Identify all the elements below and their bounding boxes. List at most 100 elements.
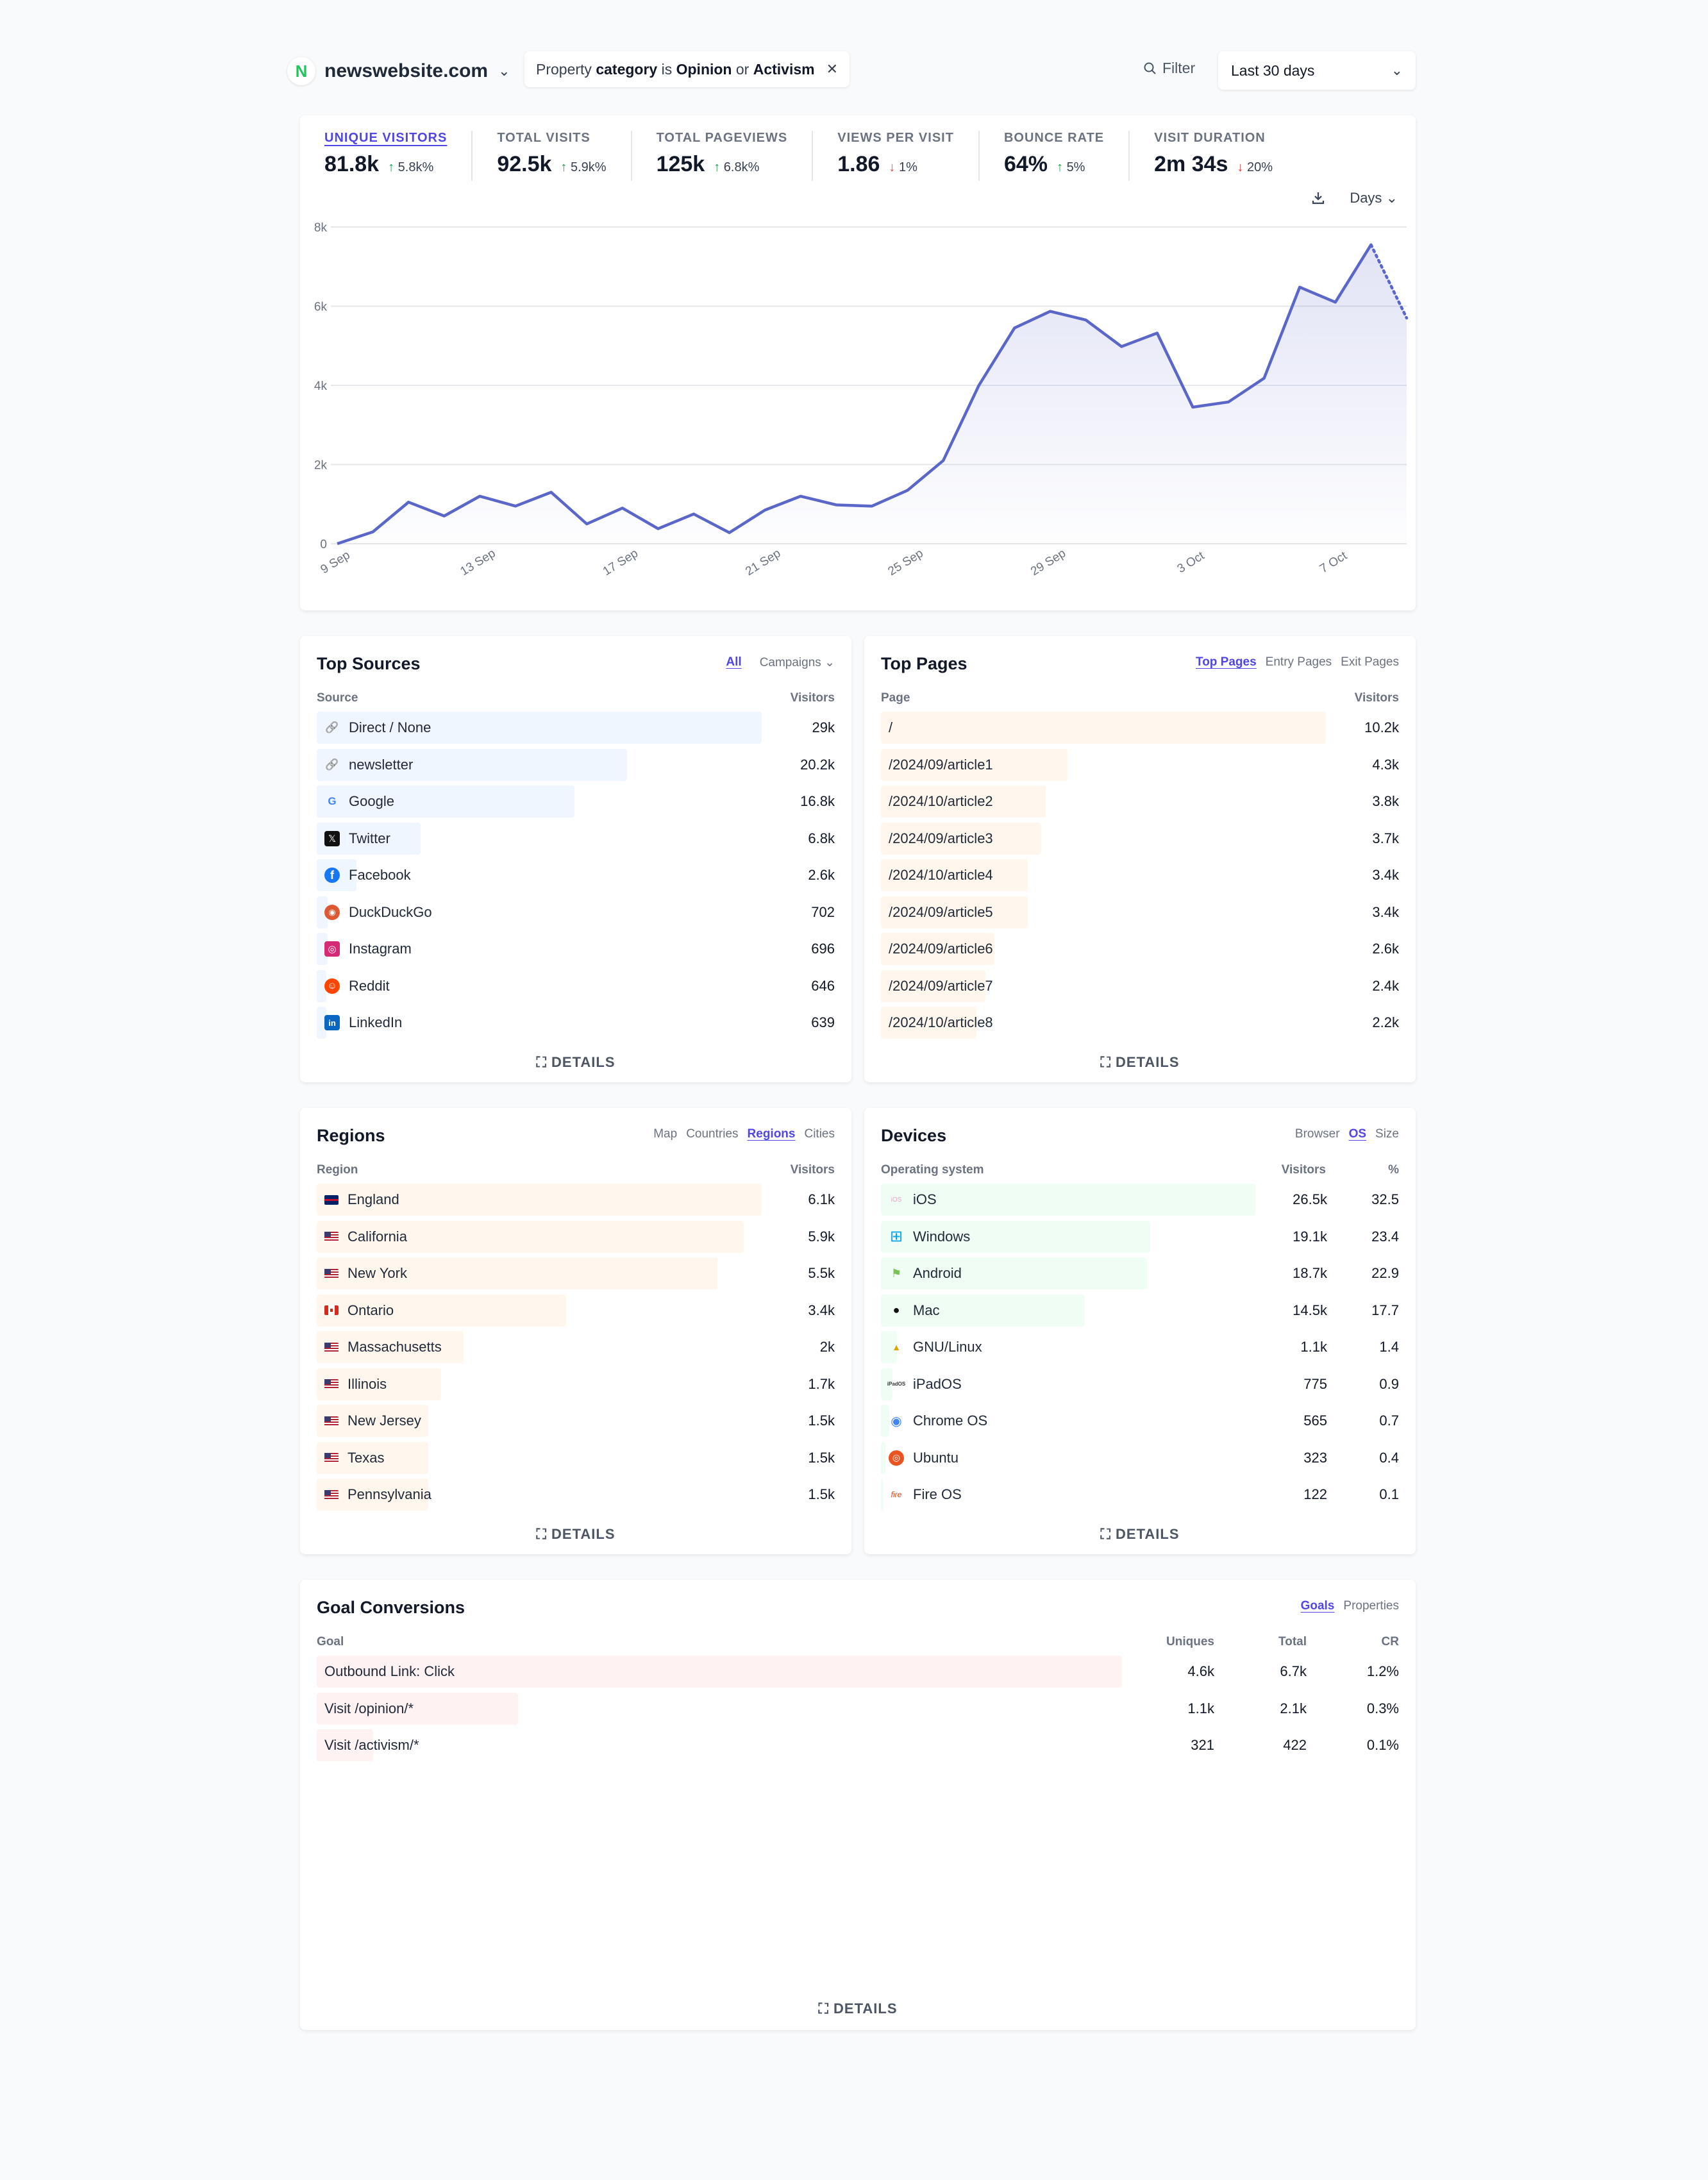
data-point[interactable] — [407, 501, 410, 503]
list-item[interactable]: iPadOS iPadOS 775 0.9 — [881, 1368, 1399, 1405]
stat-visit-duration[interactable]: VISIT DURATION 2m 34s ↓ 20% — [1154, 131, 1297, 181]
list-item[interactable]: 𝕏 Twitter 6.8k — [317, 822, 835, 860]
list-item[interactable]: Outbound Link: Click 4.6k 6.7k 1.2% — [317, 1656, 1399, 1693]
list-item[interactable]: New Jersey 1.5k — [317, 1405, 835, 1442]
data-point[interactable] — [443, 515, 446, 517]
close-icon[interactable]: ✕ — [826, 61, 838, 78]
list-item[interactable]: Visit /opinion/* 1.1k 2.1k 0.3% — [317, 1692, 1399, 1730]
tab-size[interactable]: Size — [1375, 1127, 1399, 1141]
list-item[interactable]: /2024/09/article3 3.7k — [881, 822, 1399, 860]
site-switcher[interactable]: N newswebsite.com ⌄ — [287, 55, 510, 87]
tab-all[interactable]: All — [726, 655, 741, 670]
list-item[interactable]: ◉ DuckDuckGo 702 — [317, 896, 835, 934]
list-item[interactable]: ◉ Chrome OS 565 0.7 — [881, 1405, 1399, 1442]
list-item[interactable]: Massachusetts 2k — [317, 1331, 835, 1368]
data-point[interactable] — [1156, 331, 1159, 334]
list-item[interactable]: /2024/09/article1 4.3k — [881, 748, 1399, 786]
list-item[interactable]: 🔗 Direct / None 29k — [317, 712, 835, 749]
data-point[interactable] — [1085, 319, 1087, 321]
list-item[interactable]: Pennsylvania 1.5k — [317, 1479, 835, 1516]
data-point[interactable] — [514, 505, 517, 507]
list-item[interactable]: /2024/09/article6 2.6k — [881, 933, 1399, 970]
stat-total-visits[interactable]: TOTAL VISITS 92.5k ↑ 5.9k% — [497, 131, 632, 181]
data-point[interactable] — [1013, 326, 1016, 329]
tab-campaigns[interactable]: Campaigns ⌄ — [751, 655, 835, 670]
tab-map[interactable]: Map — [653, 1127, 677, 1141]
list-item[interactable]: G Google 16.8k — [317, 785, 835, 823]
list-item[interactable]: ◎ Ubuntu 323 0.4 — [881, 1441, 1399, 1479]
data-point[interactable] — [1263, 377, 1266, 380]
data-point[interactable] — [835, 503, 837, 506]
tab-top-pages[interactable]: Top Pages — [1196, 655, 1257, 669]
list-item[interactable]: iOS iOS 26.5k 32.5 — [881, 1184, 1399, 1221]
details-button[interactable]: ⛶ DETAILS — [864, 1526, 1416, 1543]
list-item[interactable]: ● Mac 14.5k 17.7 — [881, 1294, 1399, 1332]
list-item[interactable]: Texas 1.5k — [317, 1441, 835, 1479]
data-point[interactable] — [871, 505, 873, 507]
list-item[interactable]: ⊞ Windows 19.1k 23.4 — [881, 1220, 1399, 1258]
list-item[interactable]: /2024/10/article2 3.8k — [881, 785, 1399, 823]
data-point[interactable] — [336, 542, 339, 545]
tab-entry-pages[interactable]: Entry Pages — [1266, 655, 1332, 669]
list-item[interactable]: Visit /activism/* 321 422 0.1% — [317, 1729, 1399, 1766]
data-point[interactable] — [1369, 244, 1372, 246]
tab-cities[interactable]: Cities — [804, 1127, 835, 1141]
data-point[interactable] — [478, 495, 481, 498]
details-button[interactable]: ⛶ DETAILS — [864, 1054, 1416, 1071]
data-point[interactable] — [1298, 286, 1301, 289]
tab-browser[interactable]: Browser — [1295, 1127, 1340, 1141]
data-point[interactable] — [800, 495, 802, 498]
list-item[interactable]: /2024/09/article5 3.4k — [881, 896, 1399, 934]
data-point[interactable] — [657, 528, 659, 530]
list-item[interactable]: ⚑ Android 18.7k 22.9 — [881, 1257, 1399, 1295]
list-item[interactable]: /2024/09/article7 2.4k — [881, 969, 1399, 1007]
list-item[interactable]: / 10.2k — [881, 712, 1399, 749]
tab-exit-pages[interactable]: Exit Pages — [1341, 655, 1399, 669]
interval-picker[interactable]: Days ⌄ — [1350, 190, 1398, 206]
filter-button[interactable]: Filter — [1143, 60, 1195, 77]
data-point[interactable] — [621, 507, 624, 509]
list-item[interactable]: f Facebook 2.6k — [317, 859, 835, 896]
details-button[interactable]: ⛶ DETAILS — [300, 1526, 851, 1543]
list-item[interactable]: Illinois 1.7k — [317, 1368, 835, 1405]
details-button[interactable]: ⛶ DETAILS — [300, 2000, 1416, 2017]
list-item[interactable]: California 5.9k — [317, 1220, 835, 1258]
active-filter-pill[interactable]: Property category is Opinion or Activism… — [524, 51, 850, 87]
list-item[interactable]: in LinkedIn 639 — [317, 1007, 835, 1044]
list-item[interactable]: fire Fire OS 122 0.1 — [881, 1479, 1399, 1516]
data-point[interactable] — [585, 523, 588, 525]
list-item[interactable]: New York 5.5k — [317, 1257, 835, 1295]
tab-os[interactable]: OS — [1349, 1127, 1366, 1141]
tab-goals[interactable]: Goals — [1301, 1599, 1335, 1613]
list-item[interactable]: Ontario 3.4k — [317, 1294, 835, 1332]
stat-total-pageviews[interactable]: TOTAL PAGEVIEWS 125k ↑ 6.8k% — [657, 131, 814, 181]
data-point[interactable] — [1405, 317, 1408, 319]
details-button[interactable]: ⛶ DETAILS — [300, 1054, 851, 1071]
download-icon[interactable] — [1310, 190, 1327, 206]
data-point[interactable] — [1120, 345, 1123, 348]
list-item[interactable]: England 6.1k — [317, 1184, 835, 1221]
data-point[interactable] — [942, 459, 944, 462]
visitors-chart[interactable]: 0 2k 4k 6k 8k 9 Sep 13 Sep 17 Sep 21 Sep 25 Sep 29… — [300, 218, 1416, 603]
list-item[interactable]: 🔗 newsletter 20.2k — [317, 748, 835, 786]
period-picker[interactable]: Last 30 days ⌄ — [1218, 51, 1416, 90]
data-point[interactable] — [550, 491, 553, 494]
list-item[interactable]: ▲ GNU/Linux 1.1k 1.4 — [881, 1331, 1399, 1368]
data-point[interactable] — [907, 489, 909, 492]
stat-views-per-visit[interactable]: VIEWS PER VISIT 1.86 ↓ 1% — [837, 131, 980, 181]
list-item[interactable]: /2024/10/article4 3.4k — [881, 859, 1399, 896]
data-point[interactable] — [692, 513, 695, 516]
data-point[interactable] — [978, 384, 980, 387]
stat-unique-visitors[interactable]: UNIQUE VISITORS 81.8k ↑ 5.8k% — [324, 131, 473, 181]
data-point[interactable] — [372, 530, 374, 533]
data-point[interactable] — [1191, 406, 1194, 408]
tab-regions[interactable]: Regions — [748, 1127, 796, 1141]
data-point[interactable] — [764, 509, 766, 512]
tab-properties[interactable]: Properties — [1343, 1599, 1399, 1613]
data-point[interactable] — [1227, 401, 1230, 403]
list-item[interactable]: ◎ Instagram 696 — [317, 933, 835, 970]
data-point[interactable] — [1334, 301, 1337, 303]
data-point[interactable] — [1049, 310, 1051, 313]
list-item[interactable]: ☺ Reddit 646 — [317, 969, 835, 1007]
stat-bounce-rate[interactable]: BOUNCE RATE 64% ↑ 5% — [1004, 131, 1130, 181]
